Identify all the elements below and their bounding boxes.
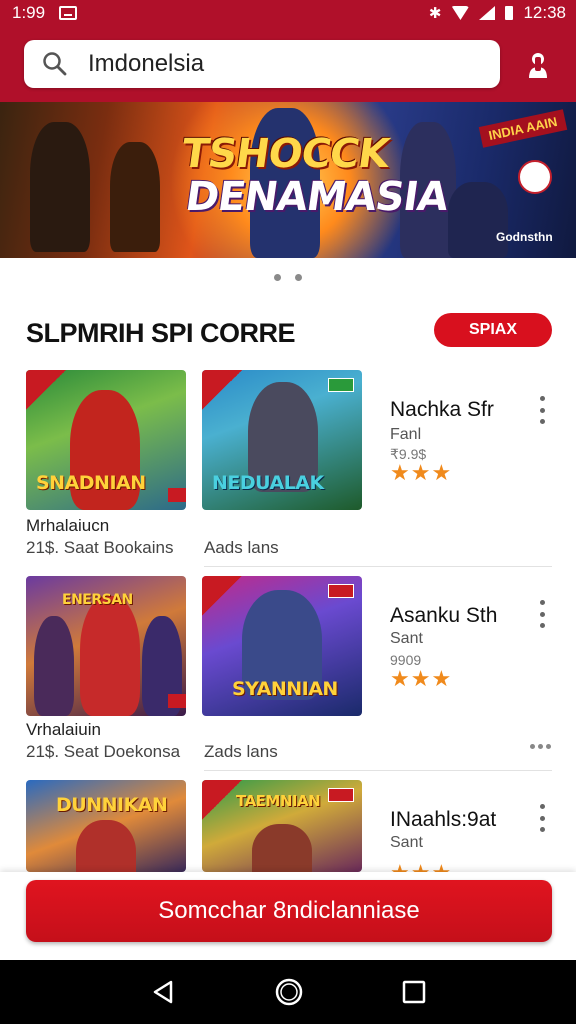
game-caption-meta: 21$. Seat Doekonsa — [26, 742, 181, 761]
system-nav-bar — [0, 960, 576, 1024]
more-options-icon[interactable] — [534, 804, 550, 832]
game-thumbnail[interactable]: SYANNIAN — [202, 576, 362, 716]
thumb-flag-icon — [168, 694, 186, 708]
more-options-icon[interactable] — [534, 396, 550, 424]
thumb-corner-ribbon — [26, 370, 66, 410]
thumb-corner-ribbon — [202, 576, 242, 616]
profile-icon[interactable] — [526, 50, 550, 80]
promo-banner[interactable]: TSHOCCK DENAMASIA INDIA AAIN Godnsthn — [0, 102, 576, 258]
game-thumbnail[interactable]: NEDUALAK — [202, 370, 362, 510]
row-divider — [204, 566, 552, 567]
bluetooth-icon: ✱ — [428, 5, 442, 22]
recents-icon[interactable] — [401, 979, 427, 1005]
thumb-flag-icon — [168, 488, 186, 502]
game-caption-meta: 21$. Saat Bookains — [26, 538, 174, 557]
game-thumbnail[interactable]: SNADNIAN — [26, 370, 186, 510]
banner-subtitle: DENAMASIA — [182, 174, 451, 220]
thumb-badge — [328, 788, 354, 802]
game-caption-title: Vrhalaiuin — [26, 720, 101, 739]
carousel-indicator — [0, 274, 576, 281]
thumb-title: NEDUALAK — [212, 472, 324, 494]
thumb-character — [34, 616, 74, 716]
section-title: SLPMRIH SPI CORRE — [26, 318, 296, 348]
more-options-icon[interactable] — [534, 600, 550, 628]
row-divider — [204, 770, 552, 771]
rating-stars: ★★★ — [390, 666, 453, 691]
game-info-title: Nachka Sfr — [390, 398, 494, 421]
search-icon — [43, 52, 67, 76]
banner-badge-icon — [518, 160, 552, 194]
game-thumbnail[interactable]: ENERSAN — [26, 576, 186, 716]
game-row: SNADNIAN NEDUALAK Mrhalaiucn 21$. Saat B… — [0, 370, 576, 574]
home-icon[interactable] — [274, 977, 304, 1007]
status-time: 1:99 — [12, 3, 46, 22]
thumb-title: DUNNIKAN — [56, 794, 168, 816]
carousel-dot[interactable] — [274, 274, 281, 281]
game-caption-meta-secondary: Zads lans — [204, 742, 278, 761]
game-row: ENERSAN SYANNIAN Vrhalaiuin 21$. Seat Do… — [0, 576, 576, 780]
banner-hero-left — [30, 122, 90, 252]
game-info-subtitle: Sant — [390, 630, 423, 647]
back-icon[interactable] — [149, 978, 177, 1006]
game-info-subtitle: Fanl — [390, 426, 422, 443]
thumb-title: SNADNIAN — [36, 472, 146, 494]
thumb-badge — [328, 378, 354, 392]
status-clock: 12:38 — [523, 3, 566, 22]
game-info-title: Asanku Sth — [390, 604, 498, 627]
search-query: Imdonelsia — [88, 50, 205, 77]
banner-title: TSHOCCK — [178, 131, 392, 177]
thumb-title: TAEMNIAN — [236, 792, 321, 810]
primary-cta-button[interactable]: Somcchar 8ndiclanniase — [26, 880, 552, 942]
thumb-title: SYANNIAN — [232, 678, 338, 700]
game-caption-title: Mrhalaiucn — [26, 516, 110, 535]
wifi-icon — [451, 6, 470, 20]
game-thumbnail[interactable]: TAEMNIAN — [202, 780, 362, 872]
thumb-character — [252, 824, 312, 872]
search-input[interactable]: Imdonelsia — [24, 40, 500, 88]
banner-logo: Godnsthn — [496, 230, 553, 244]
game-thumbnail[interactable]: DUNNIKAN — [26, 780, 186, 872]
thumb-title: ENERSAN — [62, 592, 133, 608]
thumb-character — [76, 820, 136, 872]
banner-tag: INDIA AAIN — [478, 109, 568, 148]
message-notification-icon — [59, 6, 78, 20]
banner-hero-2 — [110, 142, 160, 252]
status-bar: 1:99 ✱ 12:38 — [0, 0, 576, 26]
carousel-dot[interactable] — [295, 274, 302, 281]
bottom-action-panel: Somcchar 8ndiclanniase — [0, 872, 576, 960]
more-horizontal-icon[interactable] — [530, 744, 551, 749]
thumb-character — [80, 596, 140, 716]
battery-icon — [505, 6, 514, 20]
game-info-title: INaahls:9at — [390, 808, 497, 831]
thumb-corner-ribbon — [202, 370, 242, 410]
game-caption-meta-secondary: Aads lans — [204, 538, 279, 557]
rating-stars: ★★★ — [390, 460, 453, 485]
section-action-button[interactable]: SPIAX — [434, 313, 552, 347]
thumb-badge — [328, 584, 354, 598]
banner-hero-5 — [448, 182, 508, 258]
signal-icon — [479, 6, 496, 20]
game-info-subtitle: Sant — [390, 834, 423, 851]
app-bar: Imdonelsia — [0, 26, 576, 102]
